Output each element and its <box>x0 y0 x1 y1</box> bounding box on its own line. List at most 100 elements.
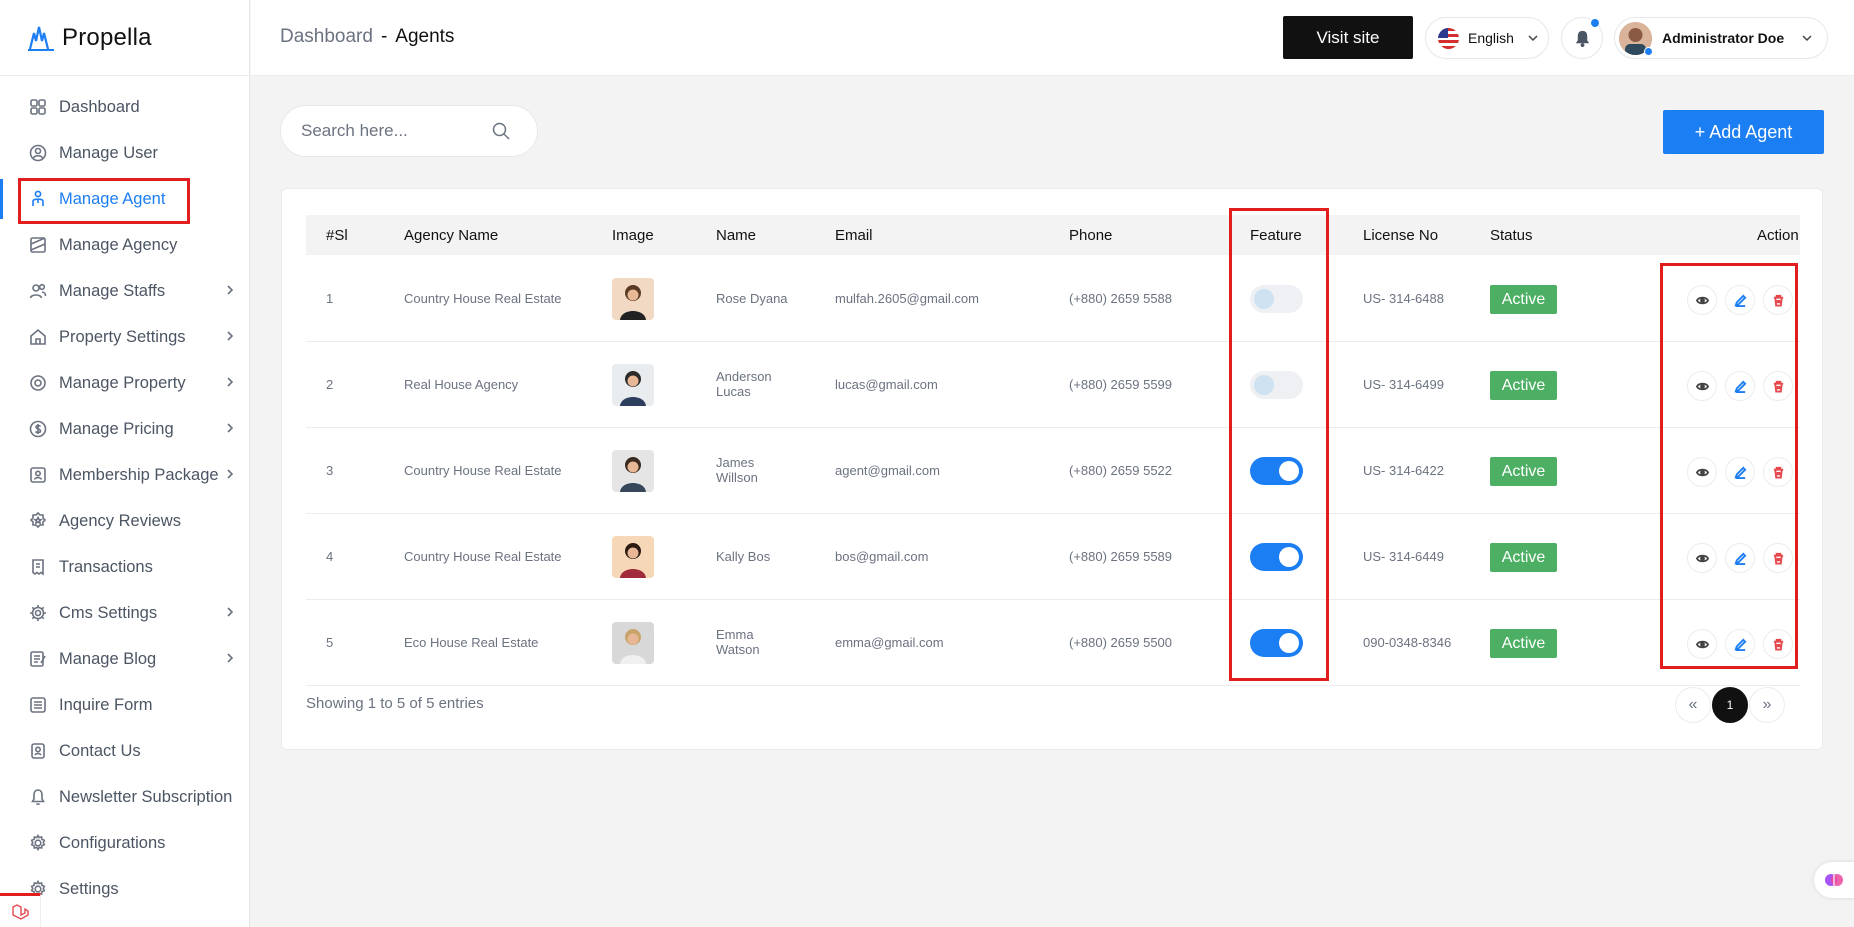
sidebar-item-configurations[interactable]: Configurations <box>0 820 249 866</box>
sidebar-item-label: Manage Agent <box>59 189 166 208</box>
trash-icon <box>1773 294 1783 307</box>
toggle-knob <box>1279 461 1299 481</box>
sidebar-item-manage-blog[interactable]: Manage Blog <box>0 636 249 682</box>
sidebar-item-cms-settings[interactable]: Cms Settings <box>0 590 249 636</box>
delete-button[interactable] <box>1763 629 1793 659</box>
view-button[interactable] <box>1687 285 1717 315</box>
chevron-right-icon <box>223 375 237 389</box>
sidebar-item-property-settings[interactable]: Property Settings <box>0 314 249 360</box>
view-button[interactable] <box>1687 371 1717 401</box>
feature-toggle[interactable] <box>1250 543 1303 571</box>
sidebar-item-label: Dashboard <box>59 97 140 116</box>
trash-icon <box>1773 638 1783 651</box>
cell-sl: 2 <box>326 377 334 392</box>
sidebar-item-manage-property[interactable]: Manage Property <box>0 360 249 406</box>
pagination-next[interactable]: » <box>1749 687 1785 723</box>
delete-button[interactable] <box>1763 457 1793 487</box>
edit-button[interactable] <box>1725 371 1755 401</box>
sidebar-item-label: Cms Settings <box>59 603 158 622</box>
edit-button[interactable] <box>1725 543 1755 573</box>
sidebar-item-agency-reviews[interactable]: Agency Reviews <box>0 498 249 544</box>
cell-name: Rose Dyana <box>716 291 788 306</box>
table-header: #Sl Agency Name Image Name Email Phone F… <box>306 215 1800 255</box>
sidebar-item-transactions[interactable]: Transactions <box>0 544 249 590</box>
sidebar-item-label: Transactions <box>59 557 153 576</box>
sidebar-item-label: Manage Pricing <box>59 419 174 438</box>
view-button[interactable] <box>1687 629 1717 659</box>
view-button[interactable] <box>1687 543 1717 573</box>
sidebar-item-label: Contact Us <box>59 741 141 760</box>
eye-icon <box>1695 554 1709 562</box>
notifications-button[interactable] <box>1561 17 1603 59</box>
visit-site-button[interactable]: Visit site <box>1283 16 1413 59</box>
cell-name: James Willson <box>716 455 758 485</box>
name-line-2: Lucas <box>716 384 751 399</box>
edit-button[interactable] <box>1725 457 1755 487</box>
us-flag-icon <box>1438 27 1459 49</box>
list-icon <box>28 695 48 715</box>
cell-license-no: US- 314-6499 <box>1363 377 1444 392</box>
brand[interactable]: Propella <box>0 0 249 76</box>
laravel-icon[interactable] <box>0 893 41 927</box>
pencil-icon <box>1733 638 1746 651</box>
top-header: Dashboard - Agents Visit site English Admi… <box>251 0 1854 76</box>
delete-button[interactable] <box>1763 371 1793 401</box>
delete-button[interactable] <box>1763 285 1793 315</box>
feature-toggle[interactable] <box>1250 371 1303 399</box>
user-menu[interactable]: Administrator Doe <box>1614 17 1828 59</box>
sidebar-item-contact-us[interactable]: Contact Us <box>0 728 249 774</box>
cell-agency-name: Country House Real Estate <box>404 291 562 306</box>
view-button[interactable] <box>1687 457 1717 487</box>
brain-icon <box>1825 874 1843 886</box>
status-badge: Active <box>1490 285 1557 314</box>
toggle-knob <box>1279 547 1299 567</box>
sidebar-item-manage-user[interactable]: Manage User <box>0 130 249 176</box>
building-icon <box>28 235 48 255</box>
sidebar-item-label: Newsletter Subscription <box>59 787 233 806</box>
sidebar-item-dashboard[interactable]: Dashboard <box>0 84 249 130</box>
edit-button[interactable] <box>1725 629 1755 659</box>
feature-toggle[interactable] <box>1250 457 1303 485</box>
trash-icon <box>1773 466 1783 479</box>
search-input[interactable] <box>301 121 491 141</box>
pencil-icon <box>1733 294 1746 307</box>
sidebar-item-newsletter-subscription[interactable]: Newsletter Subscription <box>0 774 249 820</box>
cell-name: Emma Watson <box>716 627 760 657</box>
cell-name: Kally Bos <box>716 549 770 564</box>
col-image: Image <box>612 227 654 244</box>
sidebar-item-label: Manage Staffs <box>59 281 166 300</box>
sidebar-item-membership-package[interactable]: Membership Package <box>0 452 249 498</box>
edit-button[interactable] <box>1725 285 1755 315</box>
add-agent-button[interactable]: + Add Agent <box>1663 110 1824 154</box>
pagination-prev[interactable]: « <box>1675 687 1711 723</box>
bell-icon <box>1575 30 1589 47</box>
sidebar-item-label: Property Settings <box>59 327 186 346</box>
sidebar-item-inquire-form[interactable]: Inquire Form <box>0 682 249 728</box>
notification-dot <box>1590 18 1600 28</box>
feature-toggle[interactable] <box>1250 285 1303 313</box>
sidebar-item-manage-staffs[interactable]: Manage Staffs <box>0 268 249 314</box>
cell-license-no: US- 314-6422 <box>1363 463 1444 478</box>
cell-license-no: US- 314-6449 <box>1363 549 1444 564</box>
chevron-right-icon <box>223 605 237 619</box>
table-row: 5 Eco House Real Estate Emma Watson emma@gma… <box>306 600 1800 686</box>
delete-button[interactable] <box>1763 543 1793 573</box>
breadcrumb-dashboard[interactable]: Dashboard <box>280 26 373 47</box>
status-badge: Active <box>1490 457 1557 486</box>
users-icon <box>28 281 48 301</box>
chevron-right-icon <box>223 651 237 665</box>
col-phone: Phone <box>1069 227 1113 244</box>
ai-assistant-button[interactable] <box>1814 862 1854 898</box>
feature-toggle[interactable] <box>1250 629 1303 657</box>
sidebar-item-manage-agency[interactable]: Manage Agency <box>0 222 249 268</box>
language-select[interactable]: English <box>1425 17 1549 59</box>
eye-icon <box>1695 382 1709 390</box>
sidebar-item-manage-agent[interactable]: Manage Agent <box>0 176 249 222</box>
col-sl: #Sl <box>326 227 348 244</box>
pagination-page-1[interactable]: 1 <box>1712 687 1748 723</box>
search-icon[interactable] <box>491 121 511 141</box>
sidebar-item-manage-pricing[interactable]: Manage Pricing <box>0 406 249 452</box>
cell-email: agent@gmail.com <box>835 463 940 478</box>
sidebar: Propella Dashboard Manage User Manage Agen… <box>0 0 250 927</box>
cell-phone: (+880) 2659 5589 <box>1069 549 1173 564</box>
